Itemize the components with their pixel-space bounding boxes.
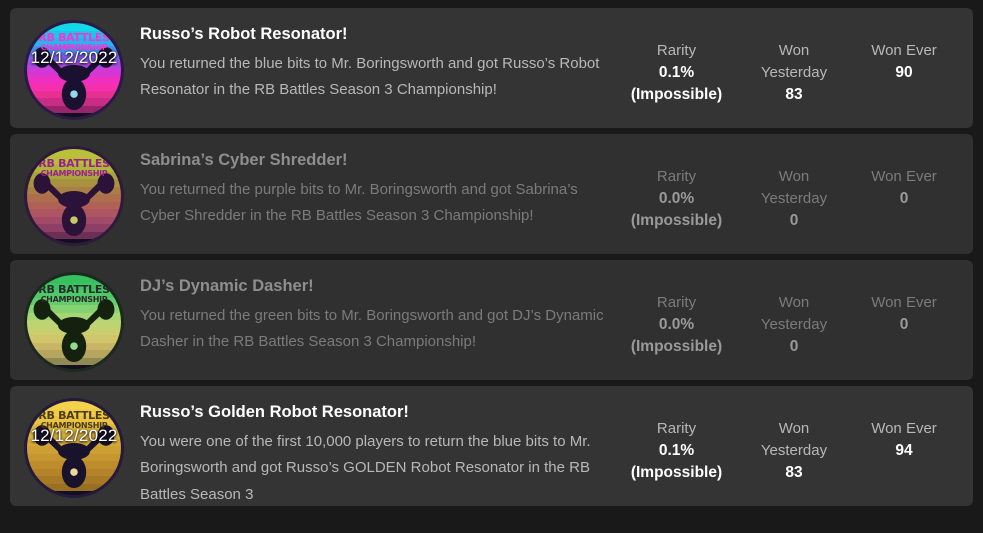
badge-stat-rarity: Rarity 0.1% (Impossible) — [614, 418, 739, 485]
rb-battles-robot-resonator-icon: RB BATTLES CHAMPIONSHIP — [24, 20, 124, 120]
badge-text-block: Russo’s Robot Resonator! You returned the… — [126, 18, 614, 104]
rarity-qualifier: (Impossible) — [630, 212, 723, 230]
won-yesterday-label-line2: Yesterday — [760, 315, 828, 333]
badge-wordmark-line1: RB BATTLES — [38, 31, 110, 44]
rarity-qualifier: (Impossible) — [630, 86, 723, 104]
badge-stats: Rarity 0.0% (Impossible) Won Yesterday 0 Won E… — [614, 270, 959, 359]
rarity-label: Rarity — [656, 42, 697, 59]
badge-wordmark-line1: RB BATTLES — [38, 409, 110, 422]
badge-stat-won-yesterday: Won Yesterday 0 — [739, 166, 849, 232]
won-ever-value: 90 — [895, 63, 913, 81]
badge-stat-won-yesterday: Won Yesterday 0 — [739, 292, 849, 358]
won-yesterday-value: 0 — [789, 337, 799, 355]
won-yesterday-label-line2: Yesterday — [760, 63, 828, 81]
badge-title[interactable]: DJ’s Dynamic Dasher! — [140, 276, 604, 297]
rarity-label: Rarity — [656, 168, 697, 185]
badge-description: You were one of the first 10,000 players… — [140, 432, 591, 503]
badge-wordmark-line1: RB BATTLES — [38, 283, 110, 296]
badge-title[interactable]: Russo’s Golden Robot Resonator! — [140, 402, 604, 423]
won-ever-value: 0 — [899, 315, 909, 333]
rarity-qualifier: (Impossible) — [630, 464, 723, 482]
rarity-label: Rarity — [656, 294, 697, 311]
rarity-value: 0.1% — [658, 63, 695, 81]
rarity-value: 0.0% — [658, 189, 695, 207]
rarity-qualifier: (Impossible) — [630, 338, 723, 356]
badge-card[interactable]: RB BATTLES CHAMPIONSHIP 12/12/2022 Russo’s … — [10, 386, 973, 506]
badge-stat-won-yesterday: Won Yesterday 83 — [739, 418, 849, 484]
badge-date-awarded: 12/12/2022 — [30, 426, 118, 445]
badge-card[interactable]: RB BATTLES CHAMPIONSHIP DJ’s Dynamic Dashe… — [10, 260, 973, 380]
won-yesterday-label-line2: Yesterday — [760, 189, 828, 207]
badge-stat-won-ever: Won Ever 90 — [849, 40, 959, 84]
badge-stats: Rarity 0.1% (Impossible) Won Yesterday 83 Won … — [614, 18, 959, 107]
won-yesterday-label-line1: Won — [778, 168, 810, 185]
badge-card[interactable]: RB BATTLES CHAMPIONSHIP 12/12/2022 Russo’s … — [10, 8, 973, 128]
won-yesterday-label-line1: Won — [778, 42, 810, 59]
won-ever-label: Won Ever — [871, 168, 937, 185]
badge-stat-rarity: Rarity 0.0% (Impossible) — [614, 292, 739, 359]
badge-text-block: DJ’s Dynamic Dasher! You returned the gre… — [126, 270, 614, 356]
badge-title[interactable]: Russo’s Robot Resonator! — [140, 24, 604, 45]
badge-stat-rarity: Rarity 0.1% (Impossible) — [614, 40, 739, 107]
badge-text-block: Sabrina’s Cyber Shredder! You returned th… — [126, 144, 614, 230]
badge-stat-won-ever: Won Ever 0 — [849, 166, 959, 210]
badge-wordmark: RB BATTLES CHAMPIONSHIP — [27, 158, 121, 178]
won-ever-label: Won Ever — [871, 42, 937, 59]
rb-battles-golden-robot-resonator-icon: RB BATTLES CHAMPIONSHIP — [24, 398, 124, 498]
badge-stat-won-ever: Won Ever 94 — [849, 418, 959, 462]
badge-stats: Rarity 0.1% (Impossible) Won Yesterday 83 Won … — [614, 396, 959, 485]
rb-battles-cyber-shredder-icon: RB BATTLES CHAMPIONSHIP — [24, 146, 124, 246]
badge-stat-rarity: Rarity 0.0% (Impossible) — [614, 166, 739, 233]
won-ever-label: Won Ever — [871, 294, 937, 311]
badge-date-awarded: 12/12/2022 — [30, 48, 118, 67]
won-yesterday-value: 0 — [789, 211, 799, 229]
badge-list: RB BATTLES CHAMPIONSHIP 12/12/2022 Russo’s … — [0, 0, 983, 533]
rarity-value: 0.1% — [658, 441, 695, 459]
badge-wordmark-line1: RB BATTLES — [38, 157, 110, 170]
badge-icon[interactable]: RB BATTLES CHAMPIONSHIP — [22, 270, 126, 374]
badge-wordmark-line2: CHAMPIONSHIP — [40, 294, 108, 304]
won-ever-value: 0 — [899, 189, 909, 207]
won-yesterday-value: 83 — [785, 85, 803, 103]
rarity-value: 0.0% — [658, 315, 695, 333]
badge-stat-won-ever: Won Ever 0 — [849, 292, 959, 336]
badge-stats: Rarity 0.0% (Impossible) Won Yesterday 0 Won E… — [614, 144, 959, 233]
badge-wordmark: RB BATTLES CHAMPIONSHIP — [27, 284, 121, 304]
badge-card[interactable]: RB BATTLES CHAMPIONSHIP Sabrina’s Cyber Sh… — [10, 134, 973, 254]
won-yesterday-label-line1: Won — [778, 294, 810, 311]
rarity-label: Rarity — [656, 420, 697, 437]
badge-description: You returned the green bits to Mr. Borin… — [140, 306, 604, 351]
badge-wordmark-line2: CHAMPIONSHIP — [40, 168, 108, 178]
badge-icon[interactable]: RB BATTLES CHAMPIONSHIP — [22, 144, 126, 248]
badge-title[interactable]: Sabrina’s Cyber Shredder! — [140, 150, 604, 171]
won-yesterday-value: 83 — [785, 463, 803, 481]
won-ever-value: 94 — [895, 441, 913, 459]
badge-icon[interactable]: RB BATTLES CHAMPIONSHIP 12/12/2022 — [22, 18, 126, 122]
badge-description: You returned the purple bits to Mr. Bori… — [140, 180, 578, 225]
badge-description: You returned the blue bits to Mr. Boring… — [140, 54, 600, 99]
badge-text-block: Russo’s Golden Robot Resonator! You were … — [126, 396, 614, 509]
won-yesterday-label-line2: Yesterday — [760, 441, 828, 459]
badge-icon[interactable]: RB BATTLES CHAMPIONSHIP 12/12/2022 — [22, 396, 126, 500]
won-yesterday-label-line1: Won — [778, 420, 810, 437]
badge-stat-won-yesterday: Won Yesterday 83 — [739, 40, 849, 106]
rb-battles-dynamic-dasher-icon: RB BATTLES CHAMPIONSHIP — [24, 272, 124, 372]
won-ever-label: Won Ever — [871, 420, 937, 437]
